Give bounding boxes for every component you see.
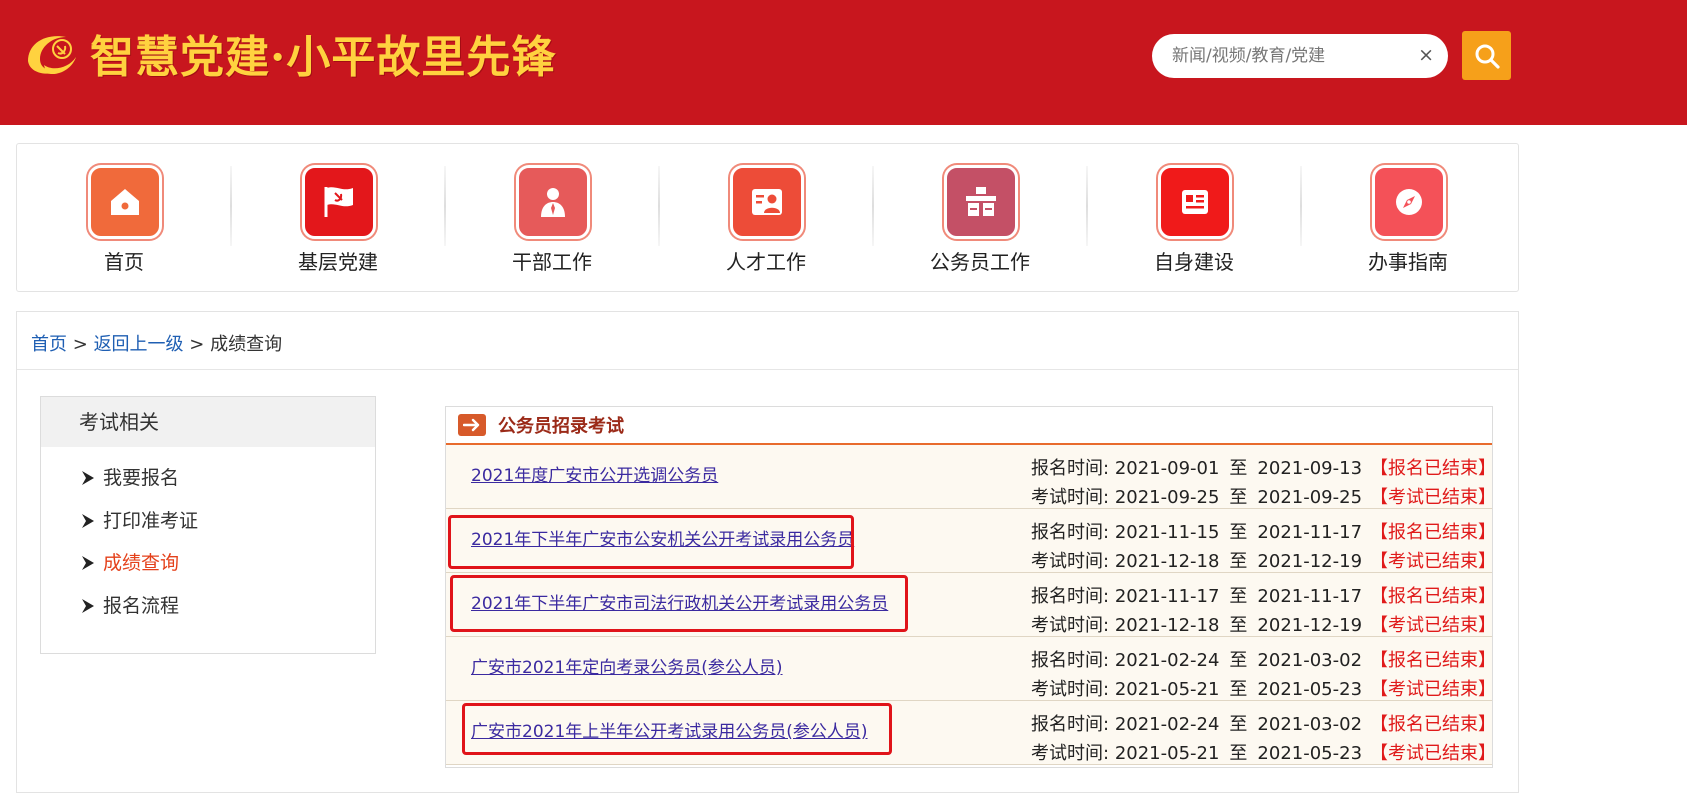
sidebar-item-label: 报名流程 <box>103 594 180 617</box>
exam-list: 公务员招录考试 2021年度广安市公开选调公务员 报名时间: 2021-09-0… <box>445 406 1496 768</box>
exam-title-link[interactable]: 2021年下半年广安市司法行政机关公开考试录用公务员 <box>471 573 888 636</box>
sidebar-item-process[interactable]: 报名流程 <box>81 585 375 628</box>
exam-period: 考试时间: 2021-05-21 至 2021-05-23 <box>1031 743 1363 764</box>
search-input[interactable] <box>1172 34 1402 78</box>
clear-icon[interactable]: × <box>1418 43 1434 67</box>
document-icon <box>1158 165 1232 239</box>
registration-period: 报名时间: 2021-02-24 至 2021-03-02 <box>1031 714 1363 735</box>
nav-item-home[interactable]: 首页 <box>17 144 231 291</box>
nav-item-guide[interactable]: 办事指南 <box>1301 144 1515 291</box>
content-panel: 首页 > 返回上一级 > 成绩查询 考试相关 我要报名 打印准考证 成绩查询 报… <box>16 311 1519 793</box>
exam-title-link[interactable]: 广安市2021年定向考录公务员(参公人员) <box>471 637 783 700</box>
sidebar-item-admission-ticket[interactable]: 打印准考证 <box>81 500 375 543</box>
nav-item-cadre[interactable]: 干部工作 <box>445 144 659 291</box>
search-button[interactable] <box>1462 31 1511 80</box>
registration-status: 【报名已结束】 <box>1370 650 1496 671</box>
home-icon <box>88 165 162 239</box>
nav-label: 干部工作 <box>512 250 592 274</box>
arrow-right-icon <box>81 470 103 486</box>
registration-status: 【报名已结束】 <box>1370 522 1496 543</box>
nav-label: 基层党建 <box>298 250 378 274</box>
nav-label: 首页 <box>104 250 144 274</box>
breadcrumb-separator: > <box>189 334 205 355</box>
registration-period: 报名时间: 2021-11-17 至 2021-11-17 <box>1031 586 1363 607</box>
exam-title-link[interactable]: 广安市2021年上半年公开考试录用公务员(参公人员) <box>471 701 868 764</box>
exam-period: 考试时间: 2021-12-18 至 2021-12-19 <box>1031 615 1363 636</box>
divider <box>17 369 1518 370</box>
arrow-right-icon <box>81 513 103 529</box>
search-icon <box>1475 44 1500 69</box>
sidebar-item-label: 打印准考证 <box>103 509 199 532</box>
exam-list-header: 公务员招录考试 <box>446 407 1492 445</box>
compass-icon <box>1372 165 1446 239</box>
registration-status: 【报名已结束】 <box>1370 458 1496 479</box>
exam-row: 2021年下半年广安市公安机关公开考试录用公务员 报名时间: 2021-11-1… <box>446 509 1496 573</box>
main-nav: 首页 基层党建 干部工作 人才工作 公务员工作 自身建设 办事指南 <box>16 143 1519 292</box>
nav-label: 公务员工作 <box>930 250 1030 274</box>
registration-period: 报名时间: 2021-09-01 至 2021-09-13 <box>1031 458 1363 479</box>
breadcrumb: 首页 > 返回上一级 > 成绩查询 <box>31 330 282 356</box>
exam-status: 【考试已结束】 <box>1370 679 1496 700</box>
nav-item-civil-servant[interactable]: 公务员工作 <box>873 144 1087 291</box>
id-card-person-icon <box>730 165 804 239</box>
arrow-right-icon <box>81 555 103 571</box>
breadcrumb-home-link[interactable]: 首页 <box>31 334 67 355</box>
exam-title-link[interactable]: 2021年度广安市公开选调公务员 <box>471 445 718 508</box>
person-tie-icon <box>516 165 590 239</box>
breadcrumb-back-link[interactable]: 返回上一级 <box>94 334 184 355</box>
sidebar-item-label: 成绩查询 <box>103 552 180 574</box>
sidebar-menu: 我要报名 打印准考证 成绩查询 报名流程 <box>41 447 375 627</box>
exam-status: 【考试已结束】 <box>1370 551 1496 572</box>
exam-title-link[interactable]: 2021年下半年广安市公安机关公开考试录用公务员 <box>471 509 854 572</box>
exam-period: 考试时间: 2021-09-25 至 2021-09-25 <box>1031 487 1363 508</box>
exam-list-title: 公务员招录考试 <box>498 416 624 437</box>
exam-status: 【考试已结束】 <box>1370 743 1496 764</box>
breadcrumb-current: 成绩查询 <box>210 334 283 355</box>
nav-label: 自身建设 <box>1154 250 1234 274</box>
exam-status: 【考试已结束】 <box>1370 615 1496 636</box>
party-emblem-icon <box>22 25 82 81</box>
exam-period: 考试时间: 2021-05-21 至 2021-05-23 <box>1031 679 1363 700</box>
breadcrumb-separator: > <box>72 334 88 355</box>
exam-row: 2021年下半年广安市司法行政机关公开考试录用公务员 报名时间: 2021-11… <box>446 573 1496 637</box>
arrow-right-icon <box>458 414 486 436</box>
registration-status: 【报名已结束】 <box>1370 714 1496 735</box>
exam-status: 【考试已结束】 <box>1370 487 1496 508</box>
registration-period: 报名时间: 2021-02-24 至 2021-03-02 <box>1031 650 1363 671</box>
nav-label: 办事指南 <box>1368 250 1448 274</box>
sidebar-item-score-query[interactable]: 成绩查询 <box>81 542 375 585</box>
site-header: 智慧党建·小平故里先锋 × <box>0 0 1687 125</box>
party-flag-icon <box>302 165 376 239</box>
exam-row: 广安市2021年定向考录公务员(参公人员) 报名时间: 2021-02-24 至 2… <box>446 637 1496 701</box>
arrow-right-icon <box>81 598 103 614</box>
exam-row: 广安市2021年上半年公开考试录用公务员(参公人员) 报名时间: 2021-02… <box>446 701 1496 765</box>
sidebar-title: 考试相关 <box>41 397 375 447</box>
sidebar-item-register[interactable]: 我要报名 <box>81 457 375 500</box>
exam-row: 2021年度广安市公开选调公务员 报名时间: 2021-09-01 至 2021-0… <box>446 445 1496 509</box>
desk-icon <box>944 165 1018 239</box>
nav-item-grassroots[interactable]: 基层党建 <box>231 144 445 291</box>
nav-item-talent[interactable]: 人才工作 <box>659 144 873 291</box>
nav-item-self-building[interactable]: 自身建设 <box>1087 144 1301 291</box>
sidebar: 考试相关 我要报名 打印准考证 成绩查询 报名流程 <box>40 396 376 654</box>
sidebar-item-label: 我要报名 <box>103 467 180 489</box>
registration-status: 【报名已结束】 <box>1370 586 1496 607</box>
site-title: 智慧党建·小平故里先锋 <box>90 32 557 83</box>
search-box: × <box>1152 34 1448 78</box>
site-logo[interactable]: 智慧党建·小平故里先锋 <box>22 22 556 84</box>
registration-period: 报名时间: 2021-11-15 至 2021-11-17 <box>1031 522 1363 543</box>
nav-label: 人才工作 <box>726 250 806 274</box>
exam-period: 考试时间: 2021-12-18 至 2021-12-19 <box>1031 551 1363 572</box>
